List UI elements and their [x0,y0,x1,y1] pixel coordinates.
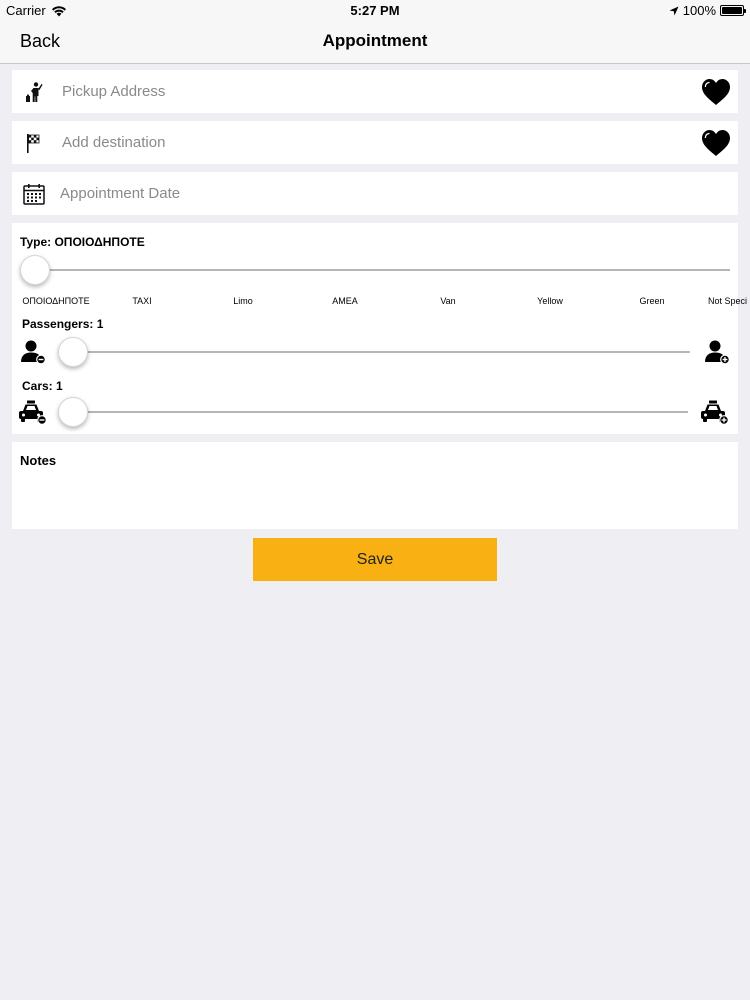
navigation-bar: Back Appointment [0,20,750,64]
heart-icon[interactable] [700,128,732,158]
options-panel: Type: ΟΠΟΙΟΔΗΠΟΤΕ ΟΠΟΙΟΔΗΠΟΤΕ TAXI Limo … [12,223,747,434]
passengers-slider-track[interactable] [72,351,690,353]
person-minus-icon[interactable] [18,339,48,365]
status-time: 5:27 PM [350,3,400,18]
taxi-plus-icon[interactable] [699,399,729,425]
destination-input[interactable] [62,121,682,164]
pickup-address-input[interactable] [62,70,682,113]
type-option[interactable]: Limo [233,296,253,306]
heart-icon[interactable] [700,77,732,107]
appointment-date-input[interactable] [60,172,680,215]
cars-label: Cars: 1 [22,379,63,393]
appointment-date-row [12,172,738,215]
page-title: Appointment [322,31,428,50]
location-arrow-icon [669,6,679,15]
type-option[interactable]: TAXI [132,296,151,306]
notes-label: Notes [20,453,57,468]
checkered-flag-icon [27,134,40,153]
battery-icon [720,5,746,16]
passengers-label: Passengers: 1 [22,317,104,331]
type-slider-thumb[interactable] [20,255,50,285]
type-option[interactable]: ΟΠΟΙΟΔΗΠΟΤΕ [22,296,89,306]
status-bar: Carrier 5:27 PM 100% [0,0,750,20]
status-right: 100% [669,3,746,18]
cars-slider-thumb[interactable] [58,397,88,427]
taxi-minus-icon[interactable] [17,399,47,425]
person-plus-icon[interactable] [702,339,732,365]
save-button[interactable]: Save [253,538,497,581]
notes-input[interactable] [20,474,730,524]
type-option[interactable]: Not Speci [708,296,747,306]
battery-percent: 100% [682,3,716,18]
destination-row [12,121,738,164]
type-option[interactable]: Van [440,296,455,306]
cars-slider-track[interactable] [72,411,688,413]
type-options: ΟΠΟΙΟΔΗΠΟΤΕ TAXI Limo AMEA Van Yellow Gr… [12,296,747,308]
notes-panel: Notes [12,442,738,529]
type-slider-track[interactable] [34,269,730,271]
passengers-slider-thumb[interactable] [58,337,88,367]
calendar-icon [23,184,45,205]
pickup-row [12,70,738,113]
type-option[interactable]: Yellow [537,296,563,306]
type-label: Type: ΟΠΟΙΟΔΗΠΟΤΕ [20,235,145,249]
battery-fill [722,7,742,14]
hail-person-icon [26,82,43,102]
type-option[interactable]: AMEA [332,296,358,306]
type-option[interactable]: Green [639,296,664,306]
